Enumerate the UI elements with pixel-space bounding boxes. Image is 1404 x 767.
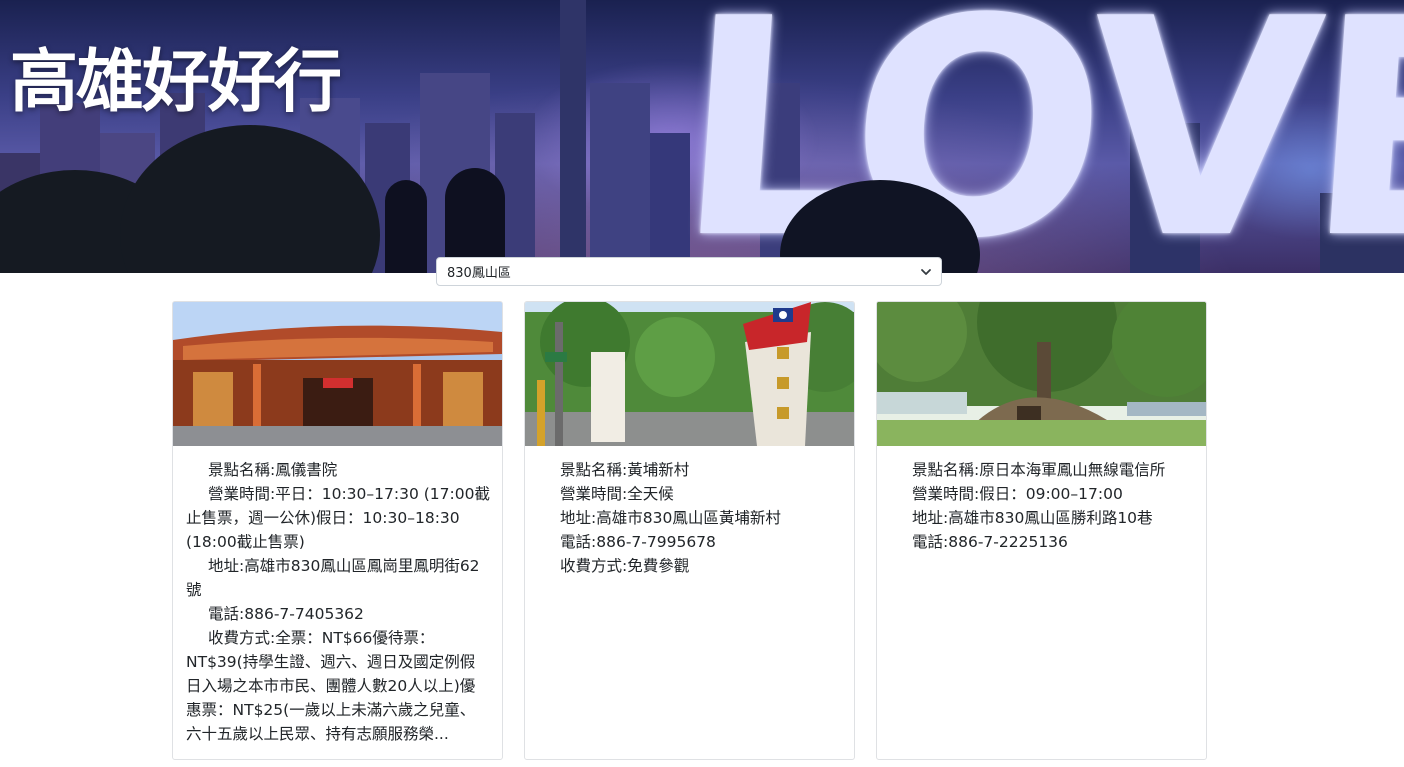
attraction-name: 鳳儀書院 <box>275 461 338 479</box>
hours-label: 營業時間: <box>560 485 628 503</box>
phone-label: 電話: <box>560 533 597 551</box>
attraction-phone: 886-7-7995678 <box>596 533 716 551</box>
village-gate-photo <box>525 302 854 446</box>
fee-label: 收費方式: <box>560 557 628 575</box>
attraction-phone: 886-7-7405362 <box>244 605 364 623</box>
fee-label: 收費方式: <box>208 629 276 647</box>
attraction-card[interactable]: 景點名稱:鳳儀書院 營業時間:平日：10:30–17:30 (17:00截止售票… <box>172 301 503 760</box>
name-label: 景點名稱: <box>912 461 980 479</box>
attraction-card[interactable]: 景點名稱:原日本海軍鳳山無線電信所 營業時間:假日：09:00–17:00 地址… <box>876 301 1207 760</box>
district-select[interactable]: 830鳳山區 <box>436 257 942 286</box>
chevron-down-icon <box>921 269 931 275</box>
address-label: 地址: <box>912 509 949 527</box>
love-sign: LOVE <box>667 0 1404 273</box>
name-label: 景點名稱: <box>208 461 276 479</box>
attraction-hours: 全天候 <box>627 485 674 503</box>
banyan-bunker-photo <box>877 302 1206 446</box>
attraction-card[interactable]: 景點名稱:黃埔新村 營業時間:全天候 地址:高雄市830鳳山區黃埔新村 電話:8… <box>524 301 855 760</box>
temple-photo <box>173 302 502 446</box>
page-title: 高雄好好行 <box>10 43 342 122</box>
address-label: 地址: <box>208 557 245 575</box>
attraction-address: 高雄市830鳳山區勝利路10巷 <box>948 509 1153 527</box>
phone-label: 電話: <box>912 533 949 551</box>
phone-label: 電話: <box>208 605 245 623</box>
hours-label: 營業時間: <box>208 485 276 503</box>
hero-banner: LOVE 高雄好好行 <box>0 0 1404 273</box>
attraction-name: 黃埔新村 <box>627 461 690 479</box>
address-label: 地址: <box>560 509 597 527</box>
person-silhouette <box>385 180 427 273</box>
name-label: 景點名稱: <box>560 461 628 479</box>
attraction-address: 高雄市830鳳山區黃埔新村 <box>596 509 781 527</box>
attraction-phone: 886-7-2225136 <box>948 533 1068 551</box>
attraction-fee: 免費參觀 <box>627 557 690 575</box>
attraction-name: 原日本海軍鳳山無線電信所 <box>979 461 1166 479</box>
attraction-hours: 假日：09:00–17:00 <box>979 485 1123 503</box>
hours-label: 營業時間: <box>912 485 980 503</box>
district-select-value: 830鳳山區 <box>447 266 511 281</box>
